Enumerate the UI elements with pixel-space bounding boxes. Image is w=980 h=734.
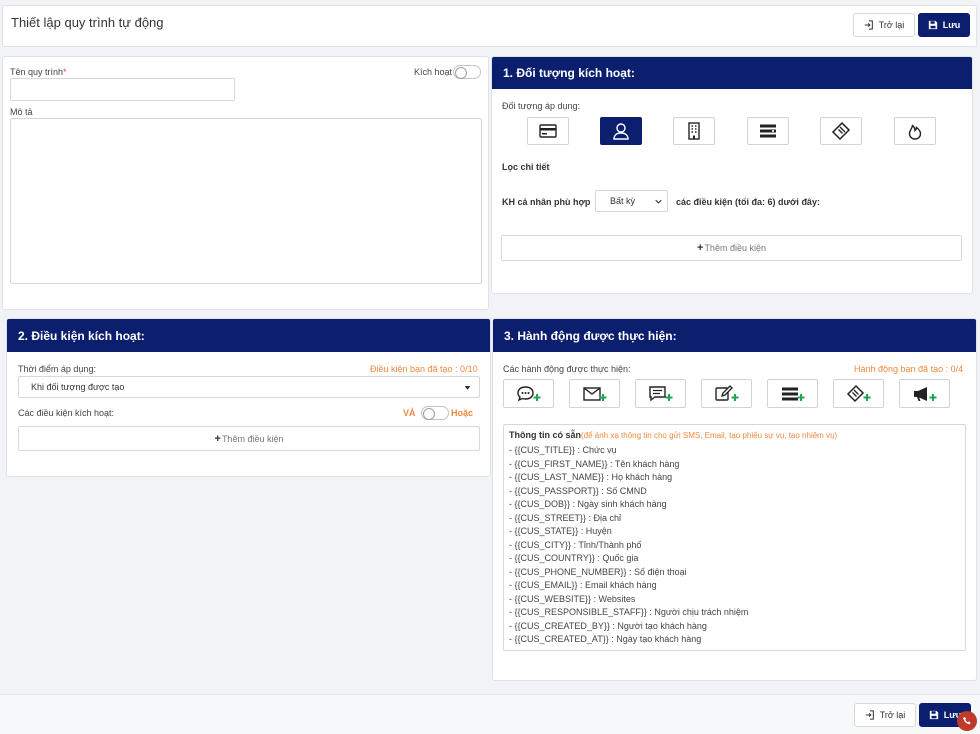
active-toggle[interactable] (453, 65, 481, 79)
footer-back-button[interactable]: Trở lại (854, 703, 916, 727)
chevron-down-icon (655, 199, 662, 204)
list-item: - {{CUS_CREATED_BY}} : Người tạo khách h… (509, 620, 707, 631)
process-name-label-text: Tên quy trình (10, 67, 64, 77)
add-condition-label-2: Thêm điều kiện (221, 433, 284, 444)
action-counter: Hành động bạn đã tạo : 0/4 (854, 364, 964, 374)
fire-icon (908, 124, 922, 140)
add-condition-button-2[interactable]: + Thêm điều kiện (18, 426, 480, 451)
page-title: Thiết lập quy trình tự động (11, 15, 164, 30)
ticket-icon (831, 121, 851, 141)
or-label: Hoặc (451, 408, 474, 418)
add-condition-label-1: Thêm điều kiện (704, 243, 766, 253)
list-item: - {{CUS_STREET}} : Địa chỉ (509, 512, 622, 523)
list-item: - {{CUS_FIRST_NAME}} : Tên khách hàng (509, 458, 680, 469)
list-icon (760, 124, 776, 138)
list-item: - {{CUS_DOB}} : Ngày sinh khách hàng (509, 499, 667, 509)
target-card-button[interactable] (527, 117, 569, 145)
phone-icon (963, 716, 971, 725)
section-2-title: 2. Điều kiện kích hoạt: (7, 319, 490, 352)
card-icon (539, 124, 557, 138)
sign-in-icon (865, 710, 874, 720)
info-title: Thông tin có sẵn (509, 430, 581, 440)
target-ticket-button[interactable] (820, 117, 862, 145)
description-label: Mô tả (10, 107, 33, 117)
ticket-icon (846, 384, 870, 402)
description-textarea[interactable] (10, 118, 482, 284)
list-item: - {{CUS_TITLE}} : Chức vụ (509, 445, 617, 455)
target-list-button[interactable] (747, 117, 789, 145)
person-icon (613, 123, 629, 140)
list-item: - {{CUS_EMAIL}} : Email khách hàng (509, 580, 657, 590)
apply-time-select[interactable]: Khi đối tượng được tạo (18, 376, 480, 398)
chat-icon (516, 385, 540, 401)
target-fire-button[interactable] (894, 117, 936, 145)
add-condition-button-1[interactable]: + Thêm điều kiện (501, 235, 962, 261)
action-email-button[interactable] (569, 379, 620, 408)
megaphone-icon (913, 386, 936, 401)
list-item: - {{CUS_PHONE_NUMBER}} : Số điện thoại (509, 566, 687, 577)
variable-list: - {{CUS_TITLE}} : Chức vụ - {{CUS_FIRST_… (509, 444, 960, 647)
required-mark: * (63, 67, 67, 77)
condition-counter: Điều kiện bạn đã tạo : 0/10 (370, 364, 478, 374)
list-item: - {{CUS_RESPONSIBLE_STAFF}} : Người chịu… (509, 607, 749, 617)
match-prefix-label: KH cá nhân phù hợp (502, 197, 591, 207)
list-item: - {{CUS_STATE}} : Huyện (509, 526, 612, 536)
back-button-label: Trở lại (878, 20, 905, 30)
apply-time-label: Thời điểm áp dụng: (18, 364, 96, 374)
action-edit-button[interactable] (701, 379, 752, 408)
trigger-conditions-label: Các điều kiện kích hoạt: (18, 408, 115, 418)
apply-time-value: Khi đối tượng được tạo (31, 382, 125, 392)
floppy-disk-icon (929, 710, 938, 720)
action-chat-button[interactable] (503, 379, 554, 408)
edit-icon (714, 384, 738, 401)
and-or-toggle[interactable] (421, 406, 449, 420)
sign-in-icon (864, 20, 873, 30)
action-message-button[interactable] (635, 379, 686, 408)
list-item: - {{CUS_COUNTRY}} : Quốc gia (509, 553, 639, 563)
process-name-label: Tên quy trình* (10, 67, 67, 77)
available-variables-title: Thông tin có sẵn(để ánh xạ thông tin cho… (509, 430, 960, 440)
plus-icon: + (697, 242, 704, 254)
section-1-title: 1. Đối tượng kích hoạt: (492, 57, 972, 89)
plus-icon: + (214, 432, 221, 445)
applies-to-label: Đối tượng áp dụng: (502, 101, 580, 111)
list-item: - {{CUS_CITY}} : Tỉnh/Thành phố (509, 539, 642, 550)
building-icon (688, 122, 700, 140)
footer-back-label: Trở lại (879, 710, 906, 720)
call-fab-button[interactable] (957, 711, 977, 731)
page-footer (0, 694, 980, 734)
list-item: - {{CUS_LAST_NAME}} : Họ khách hàng (509, 472, 673, 482)
active-label: Kích hoạt (414, 67, 453, 77)
email-icon (582, 386, 606, 401)
caret-down-icon (464, 386, 471, 390)
action-ticket-button[interactable] (833, 379, 884, 408)
list-item: - {{CUS_WEBSITE}} : Websites (509, 593, 636, 604)
action-megaphone-button[interactable] (899, 379, 950, 408)
and-label: VÀ (403, 408, 416, 418)
match-mode-select[interactable]: Bất kỳ (595, 190, 668, 212)
info-note: (để ánh xạ thông tin cho gửi SMS, Email,… (581, 431, 838, 440)
floppy-disk-icon (928, 20, 937, 30)
list-item: - {{CUS_CREATED_AT}} : Ngày tạo khách hà… (509, 634, 702, 644)
process-name-input[interactable] (10, 78, 235, 101)
section-3-title: 3. Hành động được thực hiện: (493, 319, 976, 352)
actions-label: Các hành động được thực hiện: (503, 364, 631, 374)
save-button[interactable]: Lưu (918, 13, 970, 37)
action-list-button[interactable] (767, 379, 818, 408)
filter-detail-label: Lọc chi tiết (502, 162, 550, 172)
list-icon (781, 387, 804, 401)
back-button[interactable]: Trở lại (853, 13, 915, 37)
save-button-label: Lưu (942, 20, 961, 30)
page-header: Thiết lập quy trình tự động (2, 5, 977, 47)
available-variables-panel: Thông tin có sẵn(để ánh xạ thông tin cho… (503, 424, 966, 651)
target-building-button[interactable] (673, 117, 715, 145)
match-suffix-label: các điều kiện (tối đa: 6) dưới đây: (676, 197, 820, 207)
match-mode-value: Bất kỳ (610, 196, 636, 206)
target-person-button[interactable] (600, 117, 642, 145)
list-item: - {{CUS_PASSPORT}} : Số CMND (509, 485, 647, 496)
message-icon (648, 385, 672, 401)
